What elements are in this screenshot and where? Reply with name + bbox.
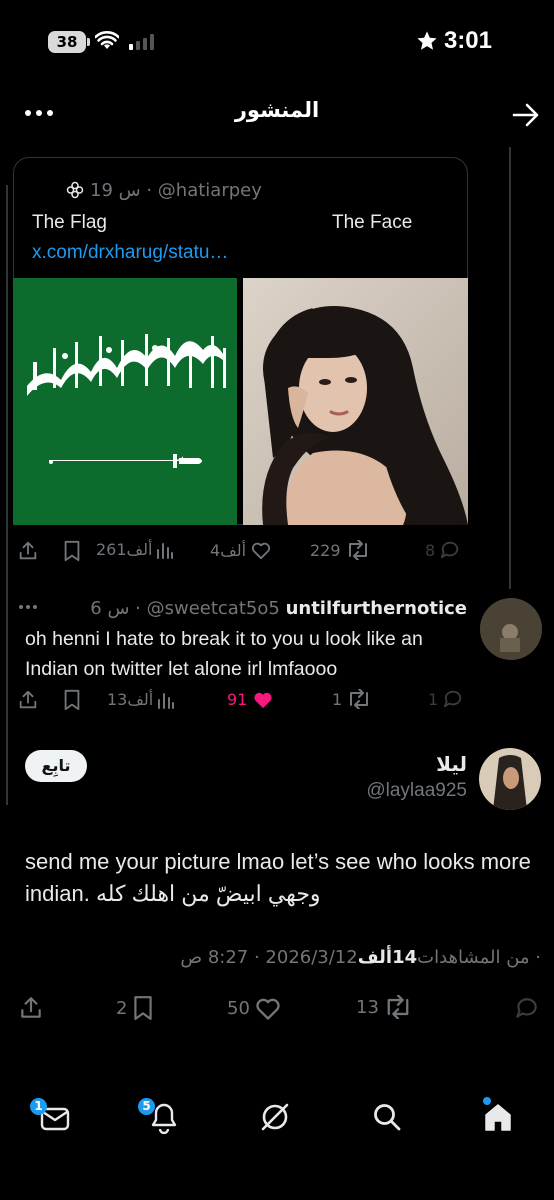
main-likes-count: 50 bbox=[227, 997, 250, 1019]
quoted-likes-count: 4ألف bbox=[210, 540, 247, 560]
back-arrow-icon[interactable] bbox=[512, 103, 540, 127]
main-repost-icon bbox=[387, 995, 409, 1019]
reply-replies-count: 1 bbox=[428, 689, 439, 709]
messages-badge: 1 bbox=[30, 1098, 47, 1115]
status-bar: 38 3:01 bbox=[0, 0, 554, 84]
main-bookmarks-count: 2 bbox=[116, 997, 128, 1019]
reply-share-icon[interactable] bbox=[17, 689, 39, 711]
follow-button[interactable]: تابِع bbox=[25, 750, 87, 782]
home-icon[interactable] bbox=[482, 1101, 514, 1133]
battery-indicator: 38 bbox=[48, 31, 86, 53]
main-like-icon bbox=[256, 998, 280, 1020]
reply-bookmark-icon[interactable] bbox=[62, 689, 82, 711]
quoted-post-text-left: The Flag bbox=[32, 212, 107, 233]
quoted-post-text-right: The Face bbox=[332, 212, 413, 233]
signal-icon bbox=[129, 34, 154, 50]
reply-views-count: 13ألف bbox=[107, 690, 154, 709]
share-icon[interactable] bbox=[17, 540, 39, 562]
main-bookmark-icon bbox=[134, 996, 153, 1020]
like-icon bbox=[252, 542, 271, 560]
main-reposts[interactable]: 13 bbox=[356, 995, 413, 1019]
liked-heart-icon bbox=[254, 692, 272, 709]
reply-avatar[interactable] bbox=[480, 598, 542, 660]
home-new-dot bbox=[483, 1097, 491, 1105]
quoted-replies[interactable]: 8 bbox=[425, 540, 461, 560]
wifi-icon bbox=[95, 31, 119, 49]
reply-header: 6 س · @sweetcat5o5 untilfurthernotice bbox=[90, 598, 467, 619]
reply-reply-icon bbox=[444, 690, 462, 708]
main-likes[interactable]: 50 bbox=[227, 995, 282, 1021]
quoted-reposts-count: 229 bbox=[310, 540, 341, 560]
reply-likes-count: 91 bbox=[227, 690, 248, 709]
quoted-replies-count: 8 bbox=[425, 540, 436, 560]
reply-body: oh henni I hate to break it to you u loo… bbox=[25, 628, 423, 680]
reply-display-name[interactable]: untilfurthernotice bbox=[286, 598, 467, 619]
main-reposts-count: 13 bbox=[356, 996, 379, 1018]
reply-replies[interactable]: 1 bbox=[428, 689, 464, 709]
portrait-image[interactable] bbox=[243, 278, 468, 525]
bookmark-icon[interactable] bbox=[62, 540, 82, 562]
reply-views-chart-icon bbox=[158, 692, 175, 709]
main-post-avatar[interactable] bbox=[479, 748, 541, 810]
main-bookmarks[interactable]: 2 bbox=[116, 995, 155, 1021]
main-post-display-name[interactable]: ليلا bbox=[436, 752, 467, 776]
notifications-badge: 5 bbox=[138, 1098, 155, 1115]
quoted-likes[interactable]: 4ألف bbox=[210, 540, 272, 560]
reply-reposts-count: 1 bbox=[332, 689, 343, 709]
quoted-views-count: 261ألف bbox=[96, 540, 153, 559]
flag-image[interactable] bbox=[13, 278, 237, 525]
main-post-meta: من المشاهدات14ألف2026/3/12 · 8:27 ص · bbox=[180, 947, 541, 968]
verified-affiliate-icon bbox=[66, 181, 84, 199]
bottom-nav bbox=[0, 1070, 554, 1200]
views-chart-icon bbox=[157, 542, 174, 559]
repost-icon bbox=[348, 540, 367, 560]
quoted-post-link[interactable]: x.com/drxharug/statu… bbox=[32, 242, 228, 264]
thread-line-right bbox=[509, 147, 511, 589]
reply-reposts[interactable]: 1 bbox=[332, 689, 372, 709]
main-post-handle[interactable]: @laylaa925 bbox=[366, 780, 467, 802]
reply-icon bbox=[441, 541, 459, 559]
main-post-views-count[interactable]: 14ألف bbox=[358, 947, 417, 968]
reply-handle[interactable]: @sweetcat5o5 bbox=[147, 598, 280, 619]
reply-likes[interactable]: 91 bbox=[227, 689, 275, 710]
reply-more-icon[interactable] bbox=[18, 604, 38, 610]
reply-time: 6 س · bbox=[90, 598, 141, 619]
clock: 3:01 bbox=[443, 27, 492, 54]
quoted-reposts[interactable]: 229 bbox=[310, 540, 371, 560]
quoted-post-meta[interactable]: 19 س · @hatiarpey bbox=[90, 180, 262, 201]
page-title: المنشور bbox=[234, 98, 320, 122]
battery-tip bbox=[87, 38, 90, 46]
reply-repost-icon bbox=[350, 689, 369, 709]
main-reply-icon[interactable] bbox=[514, 996, 540, 1020]
reply-views[interactable]: 13ألف bbox=[107, 690, 175, 709]
main-share-icon[interactable] bbox=[18, 995, 44, 1021]
grok-icon[interactable] bbox=[259, 1101, 291, 1133]
quoted-views[interactable]: 261ألف bbox=[96, 540, 174, 559]
search-icon[interactable] bbox=[372, 1102, 402, 1132]
main-post-body: send me your picture lmao let’s see who … bbox=[25, 849, 531, 906]
star-icon bbox=[417, 31, 437, 50]
scroll-indicator[interactable] bbox=[6, 185, 8, 805]
main-post-views-label: من المشاهدات bbox=[417, 947, 530, 968]
